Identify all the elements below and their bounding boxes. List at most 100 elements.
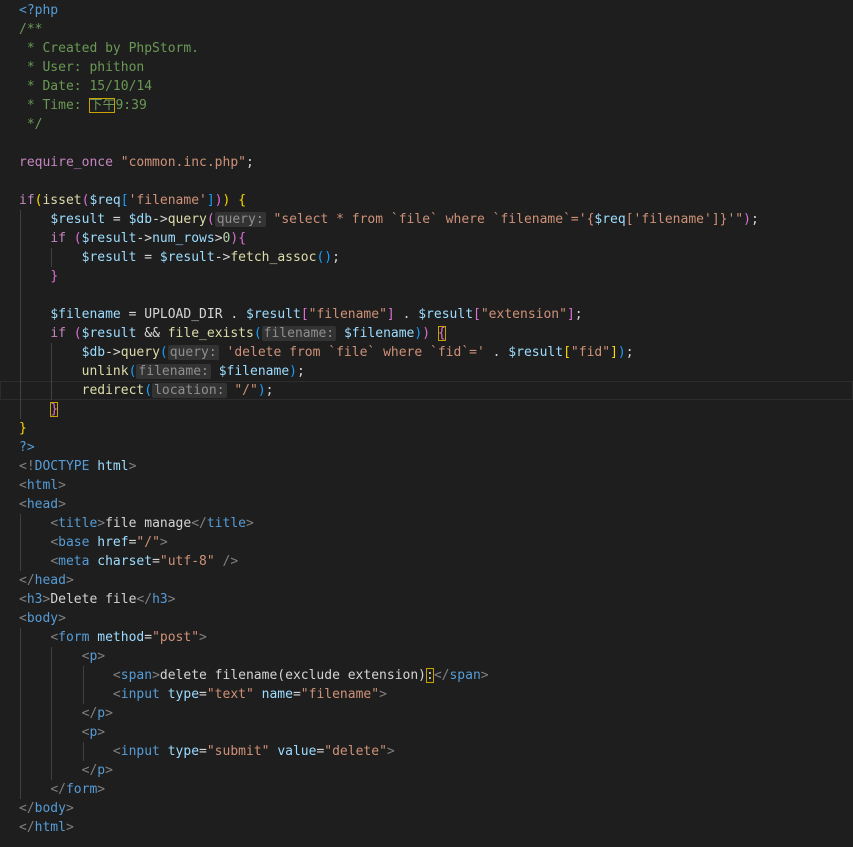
code-line[interactable]: <h3>Delete file</h3>: [0, 590, 853, 609]
code-token: body: [26, 611, 59, 626]
code-token: [: [625, 212, 634, 227]
code-token: value: [277, 744, 317, 759]
code-line[interactable]: <p>: [0, 723, 853, 742]
code-line[interactable]: $result = $result->fetch_assoc();: [0, 248, 853, 267]
code-token: span: [120, 668, 153, 683]
code-line[interactable]: ​: [0, 134, 853, 153]
code-token: base: [58, 535, 90, 550]
code-editor[interactable]: <?php /** * Created by PhpStorm. * User: …: [0, 0, 853, 847]
code-line[interactable]: <input type="text" name="filename">: [0, 685, 853, 704]
code-token: ): [324, 250, 333, 265]
code-line[interactable]: </head>: [0, 571, 853, 590]
code-line[interactable]: <meta charset="utf-8" />: [0, 552, 853, 571]
code-token: p: [97, 706, 106, 721]
code-line[interactable]: <span>delete filename(exclude extension)…: [0, 666, 853, 685]
code-token: ): [257, 383, 266, 398]
code-token: (: [73, 231, 82, 246]
code-line[interactable]: <p>: [0, 647, 853, 666]
code-token: >: [58, 478, 66, 493]
code-token: >: [97, 516, 106, 531]
code-line[interactable]: <form method="post">: [0, 628, 853, 647]
code-token: 下午: [89, 98, 116, 113]
code-token: ]: [610, 345, 618, 360]
indent-guide: [20, 647, 21, 666]
code-line[interactable]: <html>: [0, 476, 853, 495]
indent-guide: [51, 362, 53, 381]
code-token: ;: [332, 250, 340, 265]
indent-guide: [20, 400, 21, 419]
code-token: href: [97, 535, 129, 550]
code-token: <: [19, 592, 27, 607]
code-token: */: [19, 117, 43, 132]
code-token: 'filename': [633, 212, 712, 227]
code-line[interactable]: $db->query(query: 'delete from `file` wh…: [0, 343, 853, 362]
code-line[interactable]: </p>: [0, 761, 853, 780]
code-line[interactable]: </p>: [0, 704, 853, 723]
code-line[interactable]: ​: [0, 172, 853, 191]
code-line[interactable]: unlink(filename: $filename);: [0, 362, 853, 381]
code-line[interactable]: <title>file manage</title>: [0, 514, 853, 533]
indent-guide: [51, 381, 53, 400]
code-token: delete filename(exclude extension): [159, 668, 426, 683]
inlay-hint: location:: [152, 383, 227, 398]
code-token: "utf-8": [159, 554, 215, 569]
code-token: h3: [26, 592, 43, 607]
code-line[interactable]: require_once "common.inc.php";: [0, 153, 853, 172]
code-line[interactable]: * User: phithon: [0, 58, 853, 77]
code-line[interactable]: <!DOCTYPE html>: [0, 457, 853, 476]
code-token: <: [19, 478, 27, 493]
code-line[interactable]: redirect(location: "/");: [0, 381, 853, 400]
code-line[interactable]: $result = $db->query(query: "select * fr…: [0, 210, 853, 229]
code-token: (: [253, 326, 262, 341]
code-line[interactable]: }: [0, 267, 853, 286]
code-line[interactable]: if ($result->num_rows>0){: [0, 229, 853, 248]
indent-guide: [82, 685, 84, 704]
code-line[interactable]: <base href="/">: [0, 533, 853, 552]
code-line[interactable]: <head>: [0, 495, 853, 514]
code-token: method: [97, 630, 145, 645]
code-token: meta: [58, 554, 90, 569]
code-line[interactable]: ​: [0, 286, 853, 305]
code-line[interactable]: */: [0, 115, 853, 134]
code-token: head: [34, 573, 66, 588]
code-line[interactable]: ?>: [0, 438, 853, 457]
code-token: <: [19, 611, 27, 626]
code-line[interactable]: </form>: [0, 780, 853, 799]
code-token: "fid": [570, 345, 611, 360]
code-token: input: [120, 687, 160, 702]
indent-guide: [51, 704, 53, 723]
code-line[interactable]: if(isset($req['filename'])) {: [0, 191, 853, 210]
code-line[interactable]: <?php: [0, 1, 853, 20]
code-line[interactable]: * Time: 下午9:39: [0, 96, 853, 115]
code-line[interactable]: }: [0, 419, 853, 438]
code-line[interactable]: $filename = UPLOAD_DIR . $result["filena…: [0, 305, 853, 324]
code-token: query: [120, 345, 160, 360]
code-line[interactable]: </body>: [0, 799, 853, 818]
code-token: =: [199, 687, 207, 702]
code-token: unlink: [81, 364, 129, 379]
code-line[interactable]: }: [0, 400, 853, 419]
code-token: </: [19, 573, 35, 588]
code-token: >: [97, 782, 106, 797]
code-line[interactable]: </html>: [0, 818, 853, 837]
code-token: html: [26, 478, 59, 493]
code-line[interactable]: <input type="submit" value="delete">: [0, 742, 853, 761]
code-line[interactable]: <body>: [0, 609, 853, 628]
code-token: <: [50, 630, 59, 645]
indent-guide: [51, 343, 53, 362]
indent-guide: [51, 666, 53, 685]
indent-guide: [20, 324, 21, 343]
code-line[interactable]: if ($result && file_exists(filename: $fi…: [0, 324, 853, 343]
code-token: ]: [711, 212, 720, 227]
code-token: ;: [265, 383, 274, 398]
code-token: input: [120, 744, 160, 759]
code-line[interactable]: * Created by PhpStorm.: [0, 39, 853, 58]
code-line[interactable]: /**: [0, 20, 853, 39]
inlay-hint: query:: [167, 345, 219, 360]
code-token: >: [159, 535, 168, 550]
code-line[interactable]: * Date: 15/10/14: [0, 77, 853, 96]
